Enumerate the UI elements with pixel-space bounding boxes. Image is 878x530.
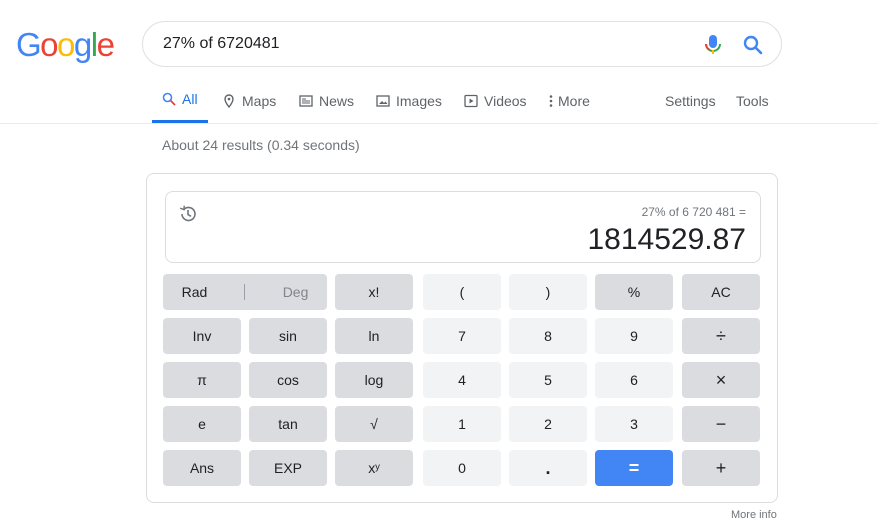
logo-letter: o — [57, 26, 75, 63]
tan-key[interactable]: tan — [249, 406, 327, 442]
multiply-key[interactable]: × — [682, 362, 760, 398]
tools-label: Tools — [736, 92, 769, 109]
tab-all[interactable]: All — [152, 78, 208, 123]
history-icon[interactable] — [178, 204, 198, 224]
settings-link[interactable]: Settings — [665, 78, 716, 123]
sin-key[interactable]: sin — [249, 318, 327, 354]
power-key[interactable]: xʸ — [335, 450, 413, 486]
rad-button[interactable]: Rad — [182, 284, 208, 300]
exp-key[interactable]: EXP — [249, 450, 327, 486]
tab-more[interactable]: More — [548, 78, 590, 123]
news-icon — [299, 94, 313, 107]
tabs-divider — [0, 123, 878, 124]
logo-letter: e — [96, 26, 115, 63]
tab-label: News — [319, 92, 355, 109]
clear-key[interactable]: AC — [682, 274, 760, 310]
google-logo[interactable]: Google — [16, 26, 115, 64]
tab-maps[interactable]: Maps — [222, 78, 276, 123]
ans-key[interactable]: Ans — [163, 450, 241, 486]
tab-news[interactable]: News — [299, 78, 354, 123]
left-paren-key[interactable]: ( — [423, 274, 501, 310]
rad-deg-separator — [244, 284, 246, 300]
digit-0-key[interactable]: 0 — [423, 450, 501, 486]
search-box[interactable]: 27% of 6720481 — [142, 21, 782, 67]
sqrt-key[interactable]: √ — [335, 406, 413, 442]
rad-deg-toggle[interactable]: Rad Deg — [163, 274, 327, 310]
digit-7-key[interactable]: 7 — [423, 318, 501, 354]
calculator-card: 27% of 6 720 481 = 1814529.87 Rad Deg x!… — [146, 173, 778, 503]
more-info-link[interactable]: More info — [731, 509, 777, 521]
digit-2-key[interactable]: 2 — [509, 406, 587, 442]
tools-link[interactable]: Tools — [736, 78, 769, 123]
decimal-key[interactable]: . — [509, 450, 587, 486]
factorial-key[interactable]: x! — [335, 274, 413, 310]
digit-1-key[interactable]: 1 — [423, 406, 501, 442]
image-icon — [376, 94, 390, 107]
minus-key[interactable]: − — [682, 406, 760, 442]
logo-letter: G — [16, 26, 42, 63]
right-paren-key[interactable]: ) — [509, 274, 587, 310]
divide-key[interactable]: ÷ — [682, 318, 760, 354]
calculator-expression: 27% of 6 720 481 = — [641, 205, 746, 219]
digit-9-key[interactable]: 9 — [595, 318, 673, 354]
tab-label: Maps — [242, 92, 277, 109]
tab-videos[interactable]: Videos — [464, 78, 527, 123]
tab-images[interactable]: Images — [376, 78, 442, 123]
equals-key[interactable]: = — [595, 450, 673, 486]
video-icon — [464, 94, 478, 107]
tab-label: All — [182, 91, 198, 107]
plus-key[interactable]: + — [682, 450, 760, 486]
cos-key[interactable]: cos — [249, 362, 327, 398]
settings-label: Settings — [665, 92, 716, 109]
calculator-result: 1814529.87 — [587, 223, 747, 256]
digit-3-key[interactable]: 3 — [595, 406, 673, 442]
log-key[interactable]: log — [335, 362, 413, 398]
digit-8-key[interactable]: 8 — [509, 318, 587, 354]
more-vertical-icon — [549, 94, 553, 107]
digit-5-key[interactable]: 5 — [509, 362, 587, 398]
pi-key[interactable]: π — [163, 362, 241, 398]
search-input[interactable]: 27% of 6720481 — [163, 35, 280, 53]
tab-label: More — [558, 92, 590, 109]
search-icon — [162, 92, 176, 106]
digit-6-key[interactable]: 6 — [595, 362, 673, 398]
deg-button[interactable]: Deg — [283, 284, 309, 300]
ln-key[interactable]: ln — [335, 318, 413, 354]
logo-letter: g — [73, 26, 92, 63]
tab-label: Images — [396, 92, 442, 109]
result-stats: About 24 results (0.34 seconds) — [162, 137, 360, 153]
calculator-display: 27% of 6 720 481 = 1814529.87 — [165, 191, 761, 263]
search-tabs: All Maps News Images Videos More Setting… — [152, 78, 792, 123]
e-key[interactable]: e — [163, 406, 241, 442]
inverse-key[interactable]: Inv — [163, 318, 241, 354]
tab-label: Videos — [484, 92, 527, 109]
map-pin-icon — [224, 93, 234, 108]
mic-icon[interactable] — [703, 34, 723, 56]
percent-key[interactable]: % — [595, 274, 673, 310]
logo-letter: o — [40, 26, 58, 63]
search-icon[interactable] — [742, 34, 764, 56]
digit-4-key[interactable]: 4 — [423, 362, 501, 398]
